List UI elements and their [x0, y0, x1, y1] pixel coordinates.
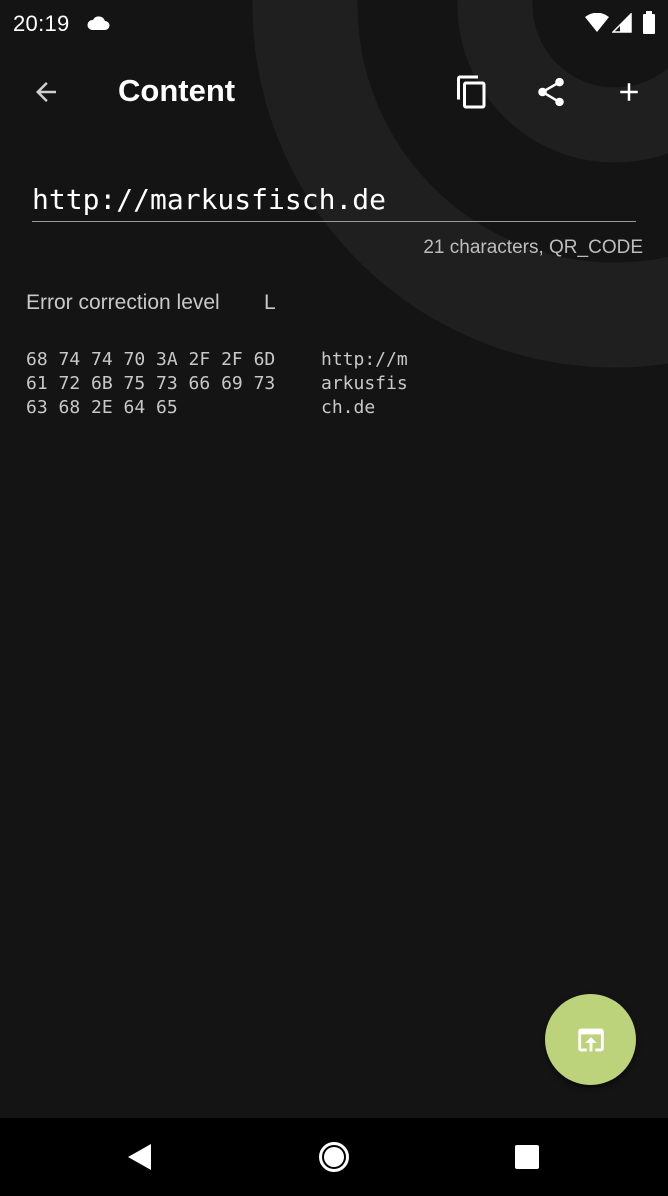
- signal-icon: [612, 13, 632, 33]
- open-in-app-icon: [577, 1028, 604, 1051]
- content-input[interactable]: [32, 178, 636, 222]
- hex-ascii: http://m: [321, 349, 408, 370]
- background-rings-decoration: [252, 0, 668, 368]
- nav-recents-square-icon: [515, 1145, 539, 1169]
- hex-dump-row: 68 74 74 70 3A 2F 2F 6D http://m: [26, 348, 408, 372]
- content-meta-info: 21 characters, QR_CODE: [423, 237, 643, 258]
- status-bar: 20:19: [0, 0, 668, 48]
- error-correction-label: Error correction level: [26, 291, 220, 314]
- plus-icon: [620, 83, 638, 101]
- share-icon: [538, 77, 564, 107]
- hex-bytes: 68 74 74 70 3A 2F 2F 6D: [26, 349, 276, 370]
- nav-home-button[interactable]: [309, 1132, 359, 1182]
- hex-bytes: 61 72 6B 75 73 66 69 73: [26, 373, 276, 394]
- hex-ascii: ch.de: [321, 397, 376, 418]
- share-button[interactable]: [525, 66, 577, 118]
- open-content-fab[interactable]: [545, 994, 636, 1085]
- system-nav-bar: [0, 1118, 668, 1196]
- hex-dump: 68 74 74 70 3A 2F 2F 6D http://m 61 72 6…: [26, 348, 408, 420]
- page-title: Content: [118, 73, 236, 108]
- arrow-left-icon: [36, 82, 56, 102]
- nav-back-triangle-icon: [128, 1144, 151, 1170]
- hex-ascii: arkusfis: [321, 373, 408, 394]
- hex-bytes: 63 68 2E 64 65: [26, 397, 178, 418]
- app-screen: 20:19 Content http://markusfisch.de 21 c…: [0, 0, 668, 1196]
- hex-dump-row: 61 72 6B 75 73 66 69 73 arkusfis: [26, 372, 408, 396]
- hex-dump-row: 63 68 2E 64 65 ch.de: [26, 396, 408, 420]
- nav-home-circle-icon: [319, 1142, 349, 1172]
- error-correction-value: L: [264, 291, 276, 314]
- copy-icon: [457, 75, 486, 109]
- nav-recents-button[interactable]: [502, 1132, 552, 1182]
- wifi-icon: [585, 13, 609, 32]
- battery-icon: [643, 11, 655, 34]
- toolbar: Content: [0, 56, 668, 128]
- cloud-icon: [87, 16, 110, 30]
- copy-button[interactable]: [446, 66, 498, 118]
- back-button[interactable]: [20, 66, 72, 118]
- add-button[interactable]: [603, 66, 655, 118]
- status-time: 20:19: [13, 11, 70, 36]
- nav-back-button[interactable]: [114, 1132, 164, 1182]
